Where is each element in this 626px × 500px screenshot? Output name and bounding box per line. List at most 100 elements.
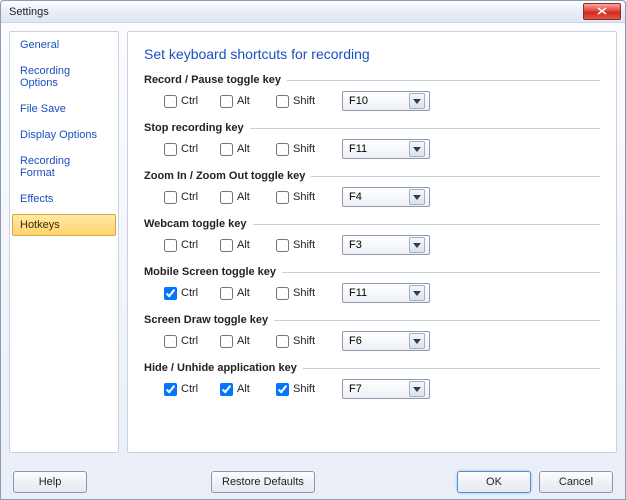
shift-checkbox[interactable]: Shift	[276, 95, 332, 108]
shift-checkbox-input[interactable]	[276, 335, 289, 348]
sidebar-item-recording-options[interactable]: Recording Options	[12, 60, 116, 94]
key-select-value: F3	[349, 239, 409, 251]
hotkey-row: Ctrl Alt Shift F4	[144, 182, 600, 208]
alt-checkbox[interactable]: Alt	[220, 287, 276, 300]
hotkey-group: Hide / Unhide application key CtrlAlt Shif…	[144, 362, 600, 400]
shift-checkbox-label: Shift	[293, 335, 315, 347]
separator-line	[250, 128, 600, 129]
separator-line	[311, 176, 600, 177]
ctrl-checkbox-input[interactable]	[164, 191, 177, 204]
alt-checkbox-label: Alt	[237, 287, 250, 299]
close-icon	[597, 6, 607, 18]
help-button[interactable]: Help	[13, 471, 87, 493]
shift-checkbox-input[interactable]	[276, 287, 289, 300]
shift-checkbox[interactable]: Shift	[276, 287, 332, 300]
chevron-down-icon	[409, 333, 425, 349]
shift-checkbox-input[interactable]	[276, 383, 289, 396]
alt-checkbox[interactable]: Alt	[220, 95, 276, 108]
shift-checkbox-input[interactable]	[276, 191, 289, 204]
ctrl-checkbox-input[interactable]	[164, 383, 177, 396]
key-select-value: F10	[349, 95, 409, 107]
ctrl-checkbox-input[interactable]	[164, 239, 177, 252]
alt-checkbox[interactable]: Alt	[220, 239, 276, 252]
key-select-value: F7	[349, 383, 409, 395]
alt-checkbox-input[interactable]	[220, 383, 233, 396]
alt-checkbox[interactable]: Alt	[220, 191, 276, 204]
alt-checkbox-input[interactable]	[220, 335, 233, 348]
hotkey-group-label-text: Mobile Screen toggle key	[144, 266, 276, 278]
shift-checkbox-input[interactable]	[276, 95, 289, 108]
key-select[interactable]: F4	[342, 187, 430, 207]
shift-checkbox[interactable]: Shift	[276, 143, 332, 156]
shift-checkbox-input[interactable]	[276, 239, 289, 252]
alt-checkbox-input[interactable]	[220, 239, 233, 252]
ok-button[interactable]: OK	[457, 471, 531, 493]
ctrl-checkbox-label: Ctrl	[181, 287, 198, 299]
hotkey-row: Ctrl AltShift F3	[144, 230, 600, 256]
alt-checkbox-input[interactable]	[220, 95, 233, 108]
ctrl-checkbox-input[interactable]	[164, 287, 177, 300]
ctrl-checkbox-input[interactable]	[164, 143, 177, 156]
shift-checkbox-label: Shift	[293, 191, 315, 203]
sidebar-item-general[interactable]: General	[12, 34, 116, 56]
ctrl-checkbox-input[interactable]	[164, 95, 177, 108]
ctrl-checkbox[interactable]: Ctrl	[164, 143, 220, 156]
sidebar-item-file-save[interactable]: File Save	[12, 98, 116, 120]
ctrl-checkbox[interactable]: Ctrl	[164, 383, 220, 396]
ctrl-checkbox[interactable]: Ctrl	[164, 239, 220, 252]
hotkey-group-label: Hide / Unhide application key	[144, 362, 600, 374]
ctrl-checkbox-label: Ctrl	[181, 191, 198, 203]
shift-checkbox-label: Shift	[293, 287, 315, 299]
sidebar-item-recording-format[interactable]: Recording Format	[12, 150, 116, 184]
sidebar-item-hotkeys[interactable]: Hotkeys	[12, 214, 116, 236]
footer-bar: Help Restore Defaults OK Cancel	[1, 471, 625, 493]
ctrl-checkbox-label: Ctrl	[181, 239, 198, 251]
hotkey-row: Ctrl Alt Shift F11	[144, 134, 600, 160]
hotkey-group-label: Stop recording key	[144, 122, 600, 134]
hotkey-group-label-text: Hide / Unhide application key	[144, 362, 297, 374]
alt-checkbox[interactable]: Alt	[220, 143, 276, 156]
alt-checkbox-input[interactable]	[220, 287, 233, 300]
ctrl-checkbox-input[interactable]	[164, 335, 177, 348]
hotkey-group: Zoom In / Zoom Out toggle key Ctrl Alt Shif…	[144, 170, 600, 208]
shift-checkbox-label: Shift	[293, 383, 315, 395]
shift-checkbox[interactable]: Shift	[276, 191, 332, 204]
chevron-down-icon	[409, 189, 425, 205]
window-title: Settings	[9, 6, 583, 18]
key-select[interactable]: F3	[342, 235, 430, 255]
ctrl-checkbox[interactable]: Ctrl	[164, 335, 220, 348]
cancel-button[interactable]: Cancel	[539, 471, 613, 493]
hotkey-row: Ctrl Alt Shift F11	[144, 278, 600, 304]
shift-checkbox[interactable]: Shift	[276, 335, 332, 348]
separator-line	[287, 80, 600, 81]
close-button[interactable]	[583, 3, 621, 20]
shift-checkbox[interactable]: Shift	[276, 239, 332, 252]
alt-checkbox-label: Alt	[237, 191, 250, 203]
sidebar-item-effects[interactable]: Effects	[12, 188, 116, 210]
ctrl-checkbox[interactable]: Ctrl	[164, 191, 220, 204]
key-select[interactable]: F7	[342, 379, 430, 399]
ctrl-checkbox[interactable]: Ctrl	[164, 287, 220, 300]
alt-checkbox-label: Alt	[237, 143, 250, 155]
alt-checkbox[interactable]: Alt	[220, 383, 276, 396]
alt-checkbox-input[interactable]	[220, 191, 233, 204]
key-select[interactable]: F10	[342, 91, 430, 111]
chevron-down-icon	[409, 381, 425, 397]
hotkey-group-label-text: Screen Draw toggle key	[144, 314, 268, 326]
ctrl-checkbox[interactable]: Ctrl	[164, 95, 220, 108]
hotkey-group: Record / Pause toggle keyCtrlAltShiftF10	[144, 74, 600, 112]
hotkey-group-label: Zoom In / Zoom Out toggle key	[144, 170, 600, 182]
sidebar-item-display-options[interactable]: Display Options	[12, 124, 116, 146]
shift-checkbox-input[interactable]	[276, 143, 289, 156]
key-select[interactable]: F11	[342, 139, 430, 159]
alt-checkbox-label: Alt	[237, 335, 250, 347]
shift-checkbox[interactable]: Shift	[276, 383, 332, 396]
key-select[interactable]: F11	[342, 283, 430, 303]
separator-line	[282, 272, 600, 273]
alt-checkbox-input[interactable]	[220, 143, 233, 156]
main-panel: Set keyboard shortcuts for recording Rec…	[127, 31, 617, 453]
restore-defaults-button[interactable]: Restore Defaults	[211, 471, 315, 493]
alt-checkbox[interactable]: Alt	[220, 335, 276, 348]
key-select[interactable]: F6	[342, 331, 430, 351]
chevron-down-icon	[409, 93, 425, 109]
